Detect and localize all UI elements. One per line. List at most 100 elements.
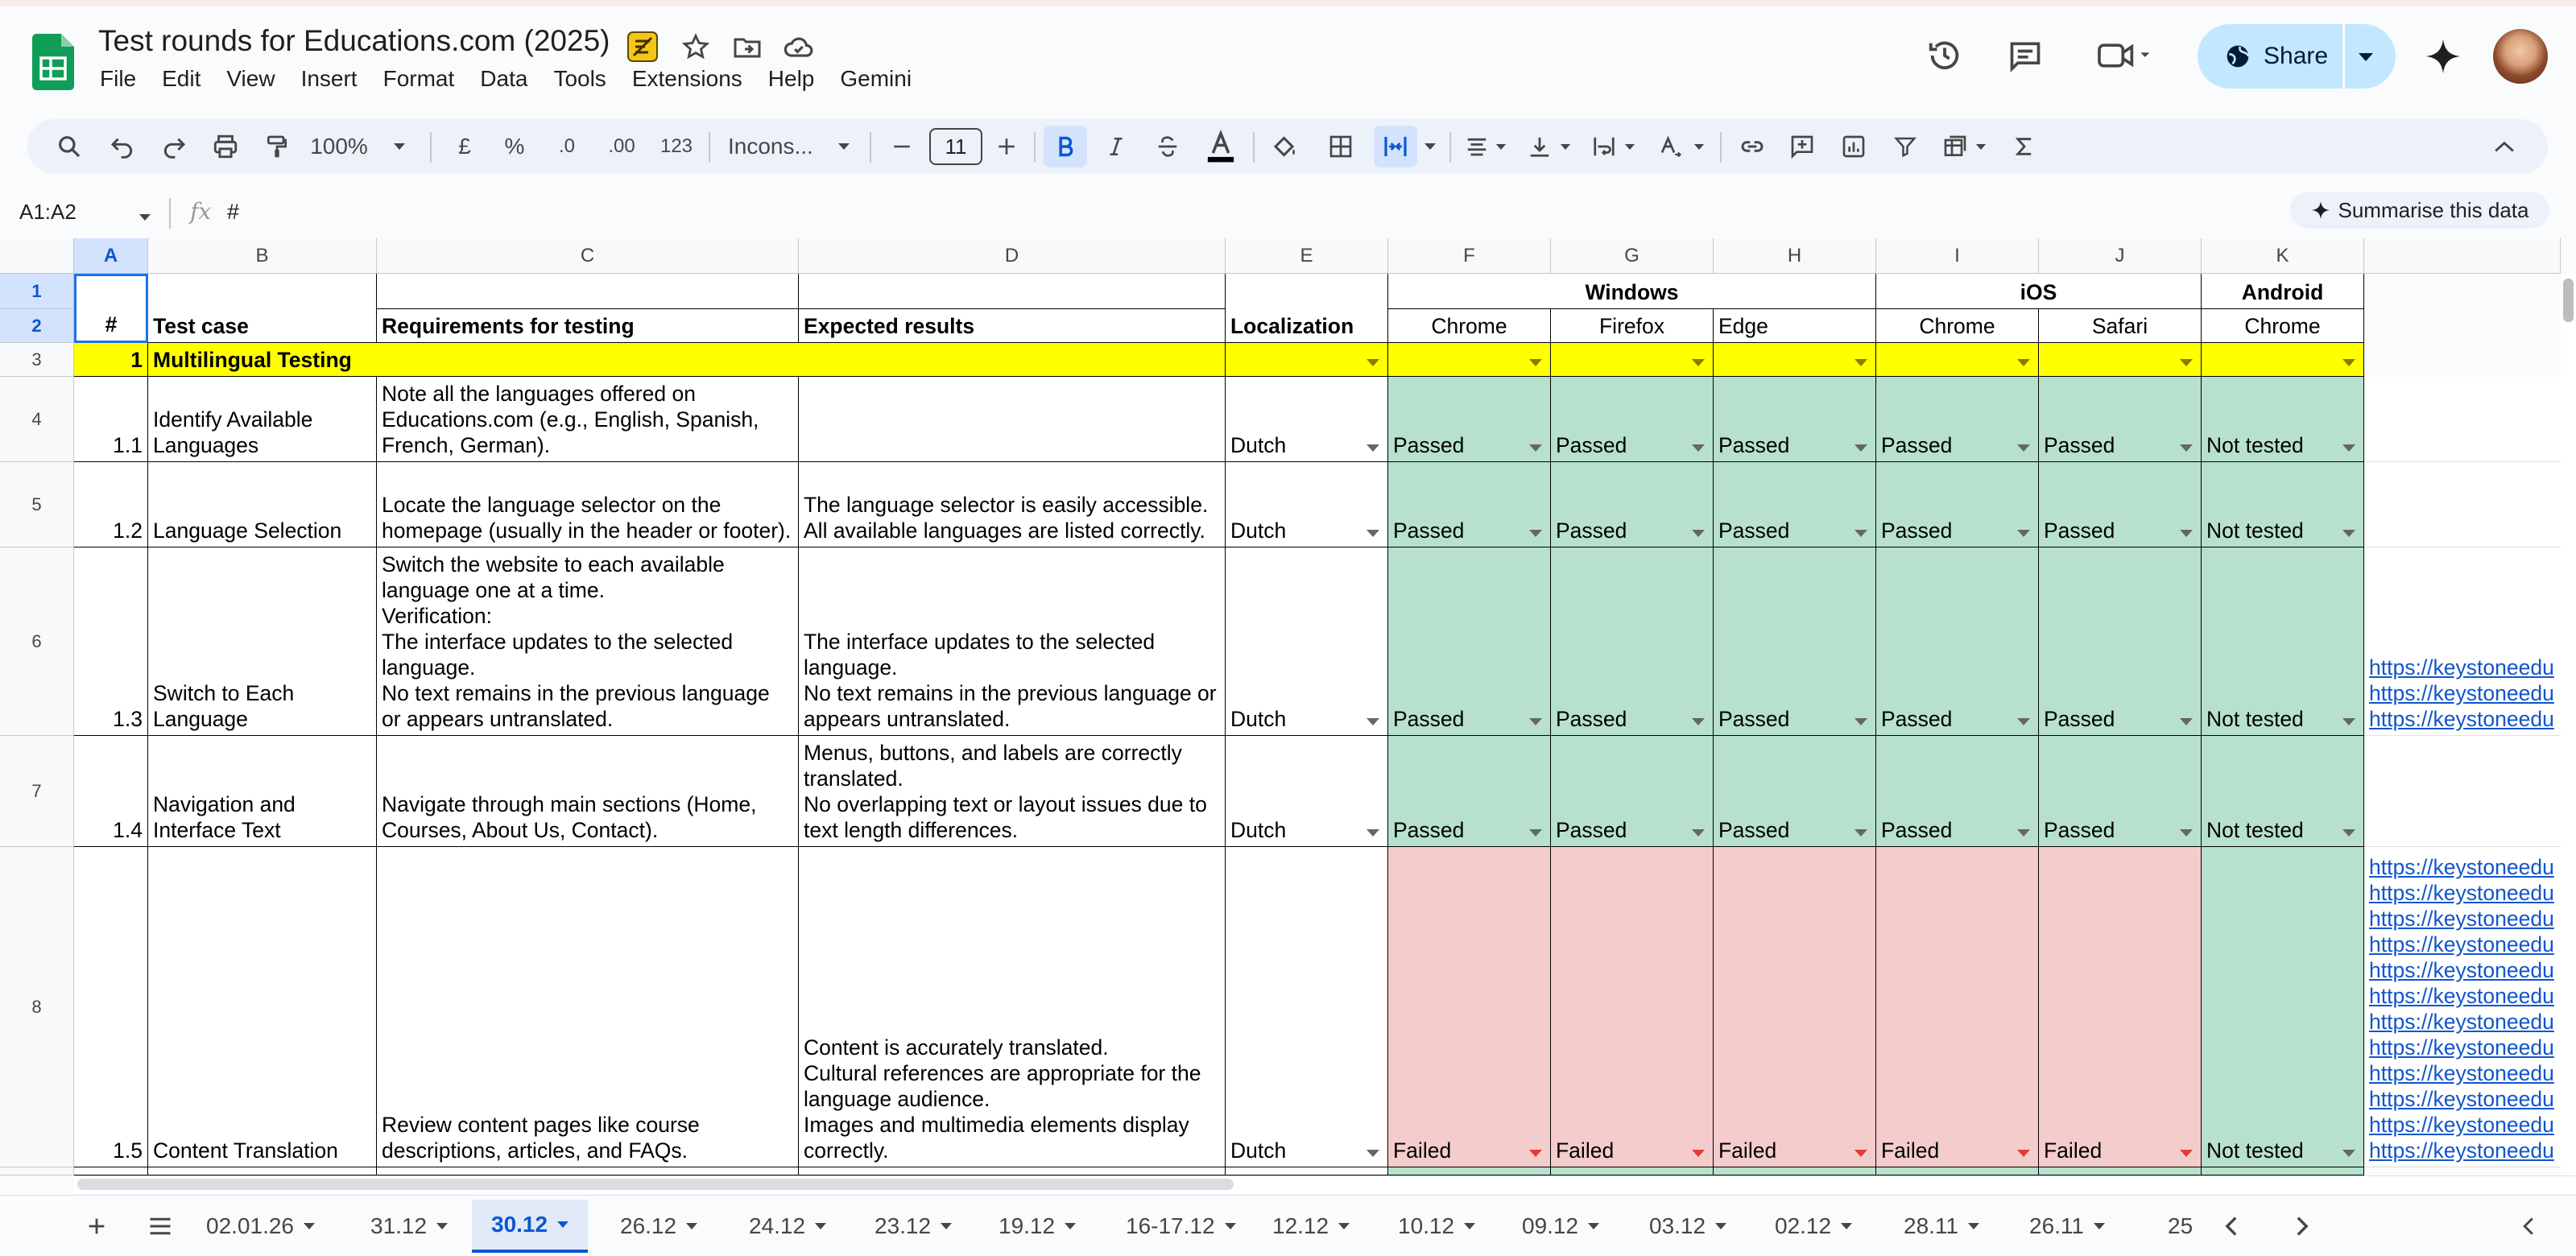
result-passed[interactable]: Passed <box>1551 377 1714 462</box>
star-icon[interactable] <box>678 29 713 64</box>
header-blank-d1[interactable] <box>799 274 1226 309</box>
undo-icon[interactable] <box>103 119 142 174</box>
dropdown-chevron-icon[interactable] <box>2180 1150 2193 1157</box>
menu-file[interactable]: File <box>100 66 136 92</box>
dropdown-chevron-icon[interactable] <box>2017 359 2030 366</box>
result-passed[interactable]: Passed <box>1714 547 1876 736</box>
bold-button[interactable] <box>1044 126 1087 167</box>
case-localization[interactable]: Dutch <box>1226 736 1388 847</box>
sheet-tab[interactable]: 19.12 <box>999 1200 1077 1253</box>
case-number[interactable]: 1.3 <box>74 547 148 736</box>
column-header-f[interactable]: F <box>1388 238 1551 274</box>
case-requirements[interactable]: Note all the languages offered on Educat… <box>377 377 799 462</box>
result-passed[interactable]: Passed <box>1388 377 1551 462</box>
dropdown-chevron-icon[interactable] <box>2017 718 2030 725</box>
decrease-font-size-icon[interactable] <box>886 119 918 174</box>
case-localization[interactable]: Dutch <box>1226 847 1388 1167</box>
evidence-link[interactable]: https://keystoneedu <box>2369 1035 2556 1060</box>
row-header-7[interactable]: 7 <box>0 736 74 847</box>
evidence-link[interactable]: https://keystoneedu <box>2369 706 2556 732</box>
add-sheet-icon[interactable] <box>85 1200 108 1253</box>
header-test-case[interactable]: Test case <box>148 274 377 343</box>
section-dropdown-cell[interactable] <box>1551 343 1714 377</box>
all-sheets-menu-icon[interactable] <box>148 1200 172 1253</box>
meet-video-icon[interactable] <box>2094 35 2158 76</box>
result-passed[interactable]: Passed <box>1876 736 2039 847</box>
column-header-i[interactable]: I <box>1876 238 2039 274</box>
valign-dropdown-icon[interactable] <box>1557 119 1573 174</box>
merge-cells-button[interactable] <box>1374 126 1417 167</box>
insert-chart-icon[interactable] <box>1834 119 1873 174</box>
menu-gemini[interactable]: Gemini <box>840 66 912 92</box>
result-not-tested[interactable]: Not tested <box>2202 847 2364 1167</box>
header-localization[interactable]: Localization <box>1226 274 1388 343</box>
menu-edit[interactable]: Edit <box>162 66 201 92</box>
section-dropdown-cell[interactable] <box>2039 343 2202 377</box>
share-dropdown-icon[interactable] <box>2357 52 2375 63</box>
case-requirements[interactable]: Review content pages like course descrip… <box>377 847 799 1167</box>
column-header-g[interactable]: G <box>1551 238 1714 274</box>
result-failed[interactable]: Failed <box>2039 847 2202 1167</box>
dropdown-chevron-icon[interactable] <box>2342 530 2355 537</box>
case-name[interactable]: Language Selection <box>148 462 377 547</box>
dropdown-chevron-icon[interactable] <box>2017 530 2030 537</box>
dropdown-chevron-icon[interactable] <box>2342 444 2355 452</box>
sheet-tab-menu-icon[interactable] <box>1841 1223 1853 1229</box>
case-requirements[interactable]: Switch the website to each available lan… <box>377 547 799 736</box>
column-header-h[interactable]: H <box>1714 238 1876 274</box>
increase-font-size-icon[interactable] <box>990 119 1023 174</box>
section-number[interactable]: 1 <box>74 343 148 377</box>
column-header-j[interactable]: J <box>2039 238 2202 274</box>
gemini-spark-icon[interactable] <box>2422 35 2464 77</box>
horizontal-align-icon[interactable] <box>1458 119 1496 174</box>
row-header-6[interactable]: 6 <box>0 547 74 736</box>
sheet-tab-menu-icon[interactable] <box>557 1221 569 1228</box>
dropdown-chevron-icon[interactable] <box>1367 718 1379 725</box>
result-passed[interactable]: Passed <box>1551 547 1714 736</box>
case-links[interactable] <box>2364 462 2561 547</box>
dropdown-chevron-icon[interactable] <box>2342 718 2355 725</box>
dropdown-chevron-icon[interactable] <box>1854 829 1867 837</box>
search-menus-icon[interactable] <box>50 119 89 174</box>
column-header-d[interactable]: D <box>799 238 1226 274</box>
row-header-1[interactable]: 1 <box>0 274 74 309</box>
result-passed[interactable]: Passed <box>1388 736 1551 847</box>
vertical-align-icon[interactable] <box>1520 119 1559 174</box>
dropdown-chevron-icon[interactable] <box>2017 829 2030 837</box>
sheet-tab[interactable]: 09.12 <box>1522 1200 1600 1253</box>
filter-views-icon[interactable] <box>1936 119 1974 174</box>
evidence-link[interactable]: https://keystoneedu <box>2369 957 2556 983</box>
dropdown-chevron-icon[interactable] <box>2180 530 2193 537</box>
hide-toolbar-badge-icon[interactable] <box>625 29 660 64</box>
result-passed[interactable]: Passed <box>1388 547 1551 736</box>
menu-insert[interactable]: Insert <box>301 66 358 92</box>
column-header-c[interactable]: C <box>377 238 799 274</box>
row-header-2[interactable]: 2 <box>0 309 74 343</box>
dropdown-chevron-icon[interactable] <box>1367 530 1379 537</box>
sheet-tab-menu-icon[interactable] <box>1224 1223 1236 1229</box>
sheet-tab[interactable]: 10.12 <box>1398 1200 1476 1253</box>
case-number[interactable]: 1.5 <box>74 847 148 1167</box>
case-expected[interactable]: Menus, buttons, and labels are correctly… <box>799 736 1226 847</box>
column-header-k[interactable]: K <box>2202 238 2364 274</box>
header-ios-chrome[interactable]: Chrome <box>1876 309 2039 343</box>
case-requirements[interactable]: Navigate through main sections (Home, Co… <box>377 736 799 847</box>
paint-format-icon[interactable] <box>258 119 296 174</box>
dropdown-chevron-icon[interactable] <box>1854 444 1867 452</box>
sheet-tab[interactable]: 12.12 <box>1272 1200 1350 1253</box>
case-number[interactable]: 1.1 <box>74 377 148 462</box>
sheet-tab[interactable]: 28.11 <box>1904 1200 1979 1253</box>
case-name[interactable]: Switch to Each Language <box>148 547 377 736</box>
result-failed[interactable]: Failed <box>1551 847 1714 1167</box>
case-expected[interactable]: Content is accurately translated. Cultur… <box>799 847 1226 1167</box>
header-expected[interactable]: Expected results <box>799 309 1226 343</box>
decrease-decimal-button[interactable]: .0 <box>548 119 586 174</box>
header-windows-edge[interactable]: Edge <box>1714 309 1876 343</box>
header-windows-firefox[interactable]: Firefox <box>1551 309 1714 343</box>
name-box[interactable]: A1:A2 <box>19 200 76 225</box>
case-name[interactable]: Content Translation <box>148 847 377 1167</box>
sheet-tab[interactable]: 30.12 <box>472 1200 589 1253</box>
sheet-tab-menu-icon[interactable] <box>1065 1223 1077 1229</box>
result-passed[interactable]: Passed <box>1551 462 1714 547</box>
section-dropdown-cell[interactable] <box>1226 343 1388 377</box>
